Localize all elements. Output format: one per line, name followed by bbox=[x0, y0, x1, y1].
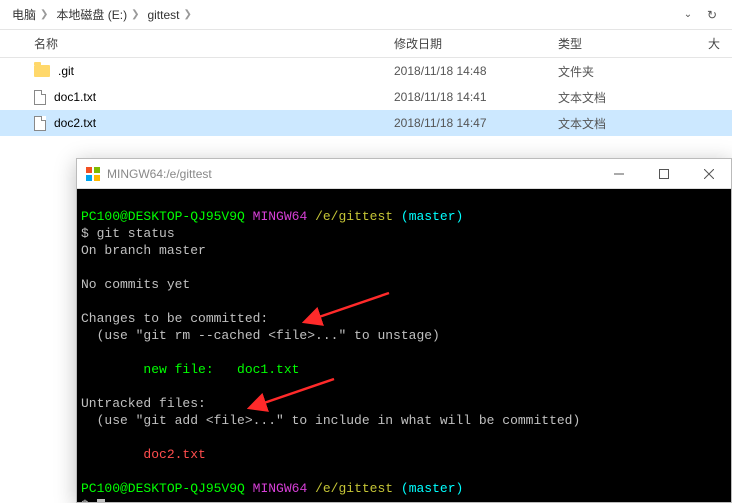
column-header-name[interactable]: 名称 bbox=[0, 30, 384, 57]
file-date: 2018/11/18 14:47 bbox=[384, 116, 548, 130]
breadcrumb-seg-folder[interactable]: gittest ❯ bbox=[143, 8, 195, 22]
chevron-right-icon: ❯ bbox=[40, 9, 48, 20]
term-line: Untracked files: bbox=[81, 396, 206, 411]
term-line: No commits yet bbox=[81, 277, 190, 292]
column-header-size[interactable]: 大 bbox=[698, 30, 732, 57]
column-header-date[interactable]: 修改日期 bbox=[384, 30, 548, 57]
file-list: .git 2018/11/18 14:48 文件夹 doc1.txt 2018/… bbox=[0, 58, 732, 136]
file-icon bbox=[34, 116, 46, 131]
minimize-button[interactable] bbox=[596, 159, 641, 188]
breadcrumb-label: gittest bbox=[147, 8, 179, 22]
file-type: 文本文档 bbox=[548, 89, 698, 106]
terminal-cursor bbox=[97, 499, 105, 502]
prompt-branch: (master) bbox=[401, 209, 463, 224]
breadcrumb-seg-drive[interactable]: 本地磁盘 (E:) ❯ bbox=[52, 6, 143, 23]
close-icon bbox=[704, 169, 714, 179]
maximize-button[interactable] bbox=[641, 159, 686, 188]
file-row-doc2[interactable]: doc2.txt 2018/11/18 14:47 文本文档 bbox=[0, 110, 732, 136]
terminal-titlebar[interactable]: MINGW64:/e/gittest bbox=[77, 159, 731, 189]
breadcrumb: 电脑 ❯ 本地磁盘 (E:) ❯ gittest ❯ ⌄ ↻ bbox=[0, 0, 732, 30]
term-line: new file: doc1.txt bbox=[81, 362, 299, 377]
term-line: (use "git rm --cached <file>..." to unst… bbox=[81, 328, 440, 343]
file-type: 文件夹 bbox=[548, 63, 698, 80]
prompt-shell: MINGW64 bbox=[253, 209, 308, 224]
term-line: $ git status bbox=[81, 226, 175, 241]
term-line: On branch master bbox=[81, 243, 206, 258]
prompt-userhost: PC100@DESKTOP-QJ95V9Q bbox=[81, 209, 245, 224]
column-headers: 名称 修改日期 类型 大 bbox=[0, 30, 732, 58]
terminal-title: MINGW64:/e/gittest bbox=[107, 167, 596, 181]
chevron-down-icon: ⌄ bbox=[684, 9, 692, 20]
prompt-path: /e/gittest bbox=[315, 209, 393, 224]
breadcrumb-dropdown-button[interactable]: ⌄ bbox=[676, 3, 700, 27]
prompt-path: /e/gittest bbox=[315, 481, 393, 496]
mingw-icon bbox=[85, 166, 101, 182]
breadcrumb-seg-computer[interactable]: 电脑 ❯ bbox=[8, 6, 52, 23]
file-type: 文本文档 bbox=[548, 115, 698, 132]
file-name: doc1.txt bbox=[54, 90, 96, 104]
refresh-icon: ↻ bbox=[707, 8, 717, 22]
file-date: 2018/11/18 14:48 bbox=[384, 64, 548, 78]
file-date: 2018/11/18 14:41 bbox=[384, 90, 548, 104]
prompt-userhost: PC100@DESKTOP-QJ95V9Q bbox=[81, 481, 245, 496]
term-line: $ bbox=[81, 498, 97, 502]
minimize-icon bbox=[614, 169, 624, 179]
prompt-branch: (master) bbox=[401, 481, 463, 496]
breadcrumb-label: 本地磁盘 (E:) bbox=[56, 6, 127, 23]
close-button[interactable] bbox=[686, 159, 731, 188]
terminal-window: MINGW64:/e/gittest PC100@DESKTOP-QJ95V9Q… bbox=[76, 158, 732, 503]
term-line: Changes to be committed: bbox=[81, 311, 268, 326]
file-explorer: 电脑 ❯ 本地磁盘 (E:) ❯ gittest ❯ ⌄ ↻ 名称 修改日期 类… bbox=[0, 0, 732, 136]
breadcrumb-label: 电脑 bbox=[12, 6, 36, 23]
maximize-icon bbox=[659, 169, 669, 179]
column-header-type[interactable]: 类型 bbox=[548, 30, 698, 57]
refresh-button[interactable]: ↻ bbox=[700, 3, 724, 27]
file-row-git[interactable]: .git 2018/11/18 14:48 文件夹 bbox=[0, 58, 732, 84]
chevron-right-icon: ❯ bbox=[183, 9, 191, 20]
file-row-doc1[interactable]: doc1.txt 2018/11/18 14:41 文本文档 bbox=[0, 84, 732, 110]
file-name: doc2.txt bbox=[54, 116, 96, 130]
chevron-right-icon: ❯ bbox=[131, 9, 139, 20]
file-icon bbox=[34, 90, 46, 105]
folder-icon bbox=[34, 65, 50, 77]
term-line: doc2.txt bbox=[81, 447, 206, 462]
prompt-shell: MINGW64 bbox=[253, 481, 308, 496]
term-line: (use "git add <file>..." to include in w… bbox=[81, 413, 580, 428]
terminal-body[interactable]: PC100@DESKTOP-QJ95V9Q MINGW64 /e/gittest… bbox=[77, 189, 731, 502]
file-name: .git bbox=[58, 64, 74, 78]
